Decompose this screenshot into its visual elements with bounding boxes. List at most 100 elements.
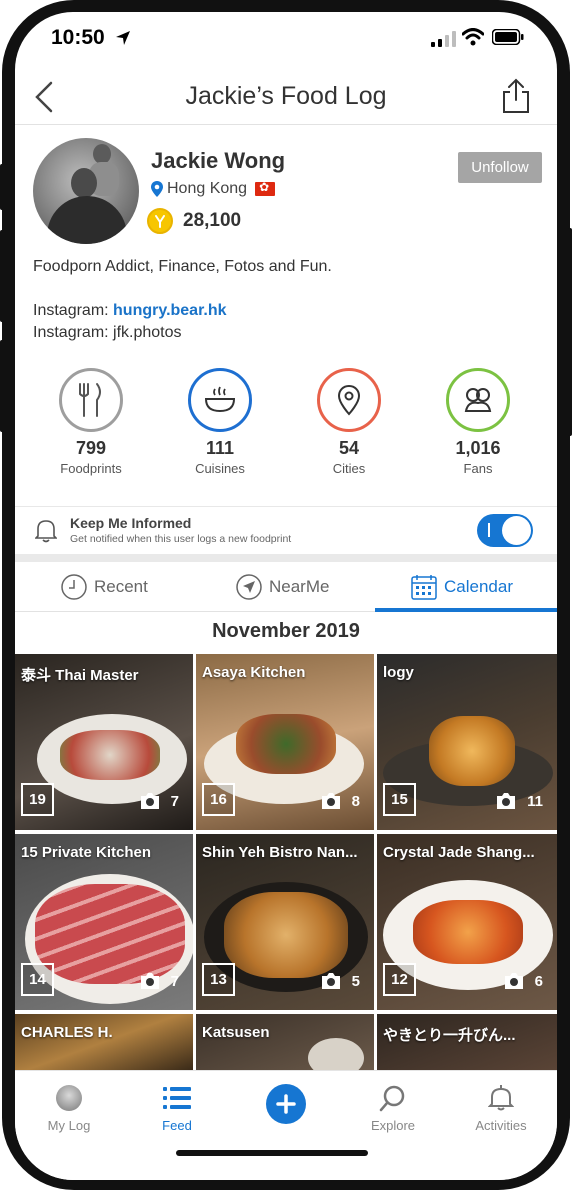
restaurant-tile[interactable]: やきとり一升びん... bbox=[377, 1014, 557, 1070]
restaurant-tile[interactable]: 泰斗 Thai Master 19 7 bbox=[15, 654, 193, 830]
clock-icon bbox=[61, 574, 87, 600]
stat-cuisines[interactable]: 111 Cuisines bbox=[170, 368, 270, 476]
status-bar: 10:50 bbox=[15, 12, 557, 64]
stat-label: Foodprints bbox=[60, 461, 122, 476]
bottom-tab-label: Explore bbox=[370, 1118, 416, 1133]
tile-day: 13 bbox=[202, 963, 235, 996]
instagram-line-2: Instagram: jfk.photos bbox=[33, 324, 182, 341]
stat-value: 54 bbox=[338, 438, 360, 458]
tile-photo-count: 6 bbox=[503, 972, 543, 990]
restaurant-tile[interactable]: Katsusen bbox=[196, 1014, 374, 1070]
tile-day: 12 bbox=[383, 963, 416, 996]
photo-count: 6 bbox=[534, 972, 543, 990]
camera-icon bbox=[140, 793, 159, 809]
tab-label: Calendar bbox=[444, 577, 513, 596]
notify-subtitle: Get notified when this user logs a new f… bbox=[70, 533, 292, 545]
notify-title: Keep Me Informed bbox=[70, 515, 192, 531]
bowl-icon bbox=[188, 368, 252, 432]
tile-photo-count: 5 bbox=[320, 972, 360, 990]
tab-label: NearMe bbox=[269, 577, 330, 596]
bell-icon bbox=[35, 520, 57, 543]
section-divider bbox=[15, 554, 557, 562]
tile-title: Shin Yeh Bistro Nan... bbox=[202, 844, 358, 861]
navigation-arrow-icon bbox=[236, 574, 262, 600]
tile-title: 泰斗 Thai Master bbox=[21, 667, 139, 684]
tile-title: やきとり一升びん... bbox=[383, 1027, 516, 1044]
tab-recent[interactable]: Recent bbox=[60, 562, 148, 612]
stat-foodprints[interactable]: 799 Foodprints bbox=[41, 368, 141, 476]
fans-icon bbox=[446, 368, 510, 432]
photo-count: 7 bbox=[170, 972, 179, 990]
restaurant-tile[interactable]: logy 15 11 bbox=[377, 654, 557, 830]
bottom-tab-label: My Log bbox=[47, 1118, 91, 1133]
restaurant-tile[interactable]: CHARLES H. bbox=[15, 1014, 193, 1070]
tab-nearme[interactable]: NearMe bbox=[235, 562, 329, 612]
status-time: 10:50 bbox=[51, 26, 105, 49]
volume-down-button bbox=[0, 340, 4, 432]
tile-day: 16 bbox=[202, 783, 235, 816]
list-icon bbox=[163, 1087, 191, 1109]
screen: 10:50 Jackie’s Food Log Jackie Wong Hong… bbox=[15, 12, 557, 1180]
instagram-handle-link[interactable]: hungry.bear.hk bbox=[113, 302, 227, 319]
tile-title: Katsusen bbox=[202, 1024, 270, 1041]
tile-photo-count: 8 bbox=[320, 792, 360, 810]
phone-frame: 10:50 Jackie’s Food Log Jackie Wong Hong… bbox=[0, 0, 572, 1190]
tile-title: Crystal Jade Shang... bbox=[383, 844, 535, 861]
tile-day: 15 bbox=[383, 783, 416, 816]
profile-bio: Foodporn Addict, Finance, Fotos and Fun. bbox=[33, 258, 332, 275]
month-header: November 2019 bbox=[212, 620, 360, 642]
tab-calendar[interactable]: Calendar bbox=[410, 562, 513, 612]
stat-value: 111 bbox=[205, 438, 235, 458]
stat-value: 1,016 bbox=[455, 438, 501, 458]
notify-toggle[interactable] bbox=[477, 514, 533, 547]
tile-title: logy bbox=[383, 664, 414, 681]
mute-switch bbox=[0, 164, 4, 210]
active-tab-indicator bbox=[375, 608, 557, 612]
stat-value: 799 bbox=[75, 438, 107, 458]
location-text: Hong Kong bbox=[167, 180, 248, 197]
view-tabs: Recent NearMe Calendar bbox=[15, 562, 557, 612]
camera-icon bbox=[321, 973, 340, 989]
location-arrow-icon bbox=[116, 31, 130, 45]
restaurant-tile[interactable]: 15 Private Kitchen 14 7 bbox=[15, 834, 193, 1010]
stat-label: Cuisines bbox=[195, 461, 245, 476]
user-avatar-icon bbox=[56, 1085, 82, 1111]
restaurant-tile[interactable]: Crystal Jade Shang... 12 6 bbox=[377, 834, 557, 1010]
coin-icon bbox=[147, 208, 173, 234]
hong-kong-flag-icon bbox=[255, 180, 276, 196]
bottom-tab-explore[interactable]: Explore bbox=[343, 1083, 443, 1133]
bottom-tab-label: Feed bbox=[162, 1118, 192, 1133]
points-display: 28,100 bbox=[147, 208, 241, 234]
profile-name: Jackie Wong bbox=[151, 148, 286, 173]
tile-title: Asaya Kitchen bbox=[202, 664, 306, 681]
location-pin-icon bbox=[151, 181, 163, 197]
search-icon bbox=[379, 1085, 405, 1112]
restaurant-tile[interactable]: Shin Yeh Bistro Nan... 13 5 bbox=[196, 834, 374, 1010]
tile-photo-count: 7 bbox=[139, 792, 179, 810]
tile-day: 14 bbox=[21, 963, 54, 996]
camera-icon bbox=[140, 973, 159, 989]
tab-label: Recent bbox=[94, 577, 148, 596]
stat-cities[interactable]: 54 Cities bbox=[299, 368, 399, 476]
share-icon[interactable] bbox=[501, 78, 531, 114]
unfollow-button[interactable]: Unfollow bbox=[458, 152, 542, 183]
stat-label: Cities bbox=[332, 461, 366, 476]
keep-me-informed-row: Keep Me Informed Get notified when this … bbox=[15, 506, 557, 554]
restaurant-tile[interactable]: Asaya Kitchen 16 8 bbox=[196, 654, 374, 830]
bottom-tab-label: Activities bbox=[475, 1118, 527, 1133]
instagram-line-1: Instagram: hungry.bear.hk bbox=[33, 302, 227, 320]
stat-label: Fans bbox=[463, 461, 493, 476]
home-indicator[interactable] bbox=[176, 1150, 368, 1156]
bottom-tab-feed[interactable]: Feed bbox=[127, 1083, 227, 1133]
photo-count: 7 bbox=[170, 792, 179, 810]
cellular-signal-icon bbox=[431, 31, 456, 47]
bottom-tab-my-log[interactable]: My Log bbox=[19, 1083, 119, 1133]
bell-icon bbox=[488, 1085, 514, 1111]
camera-icon bbox=[504, 973, 523, 989]
plus-icon bbox=[276, 1094, 296, 1114]
bottom-tab-activities[interactable]: Activities bbox=[451, 1083, 551, 1133]
power-button bbox=[568, 228, 572, 436]
add-foodprint-button[interactable] bbox=[266, 1084, 306, 1124]
map-pin-icon bbox=[317, 368, 381, 432]
stat-fans[interactable]: 1,016 Fans bbox=[428, 368, 528, 476]
